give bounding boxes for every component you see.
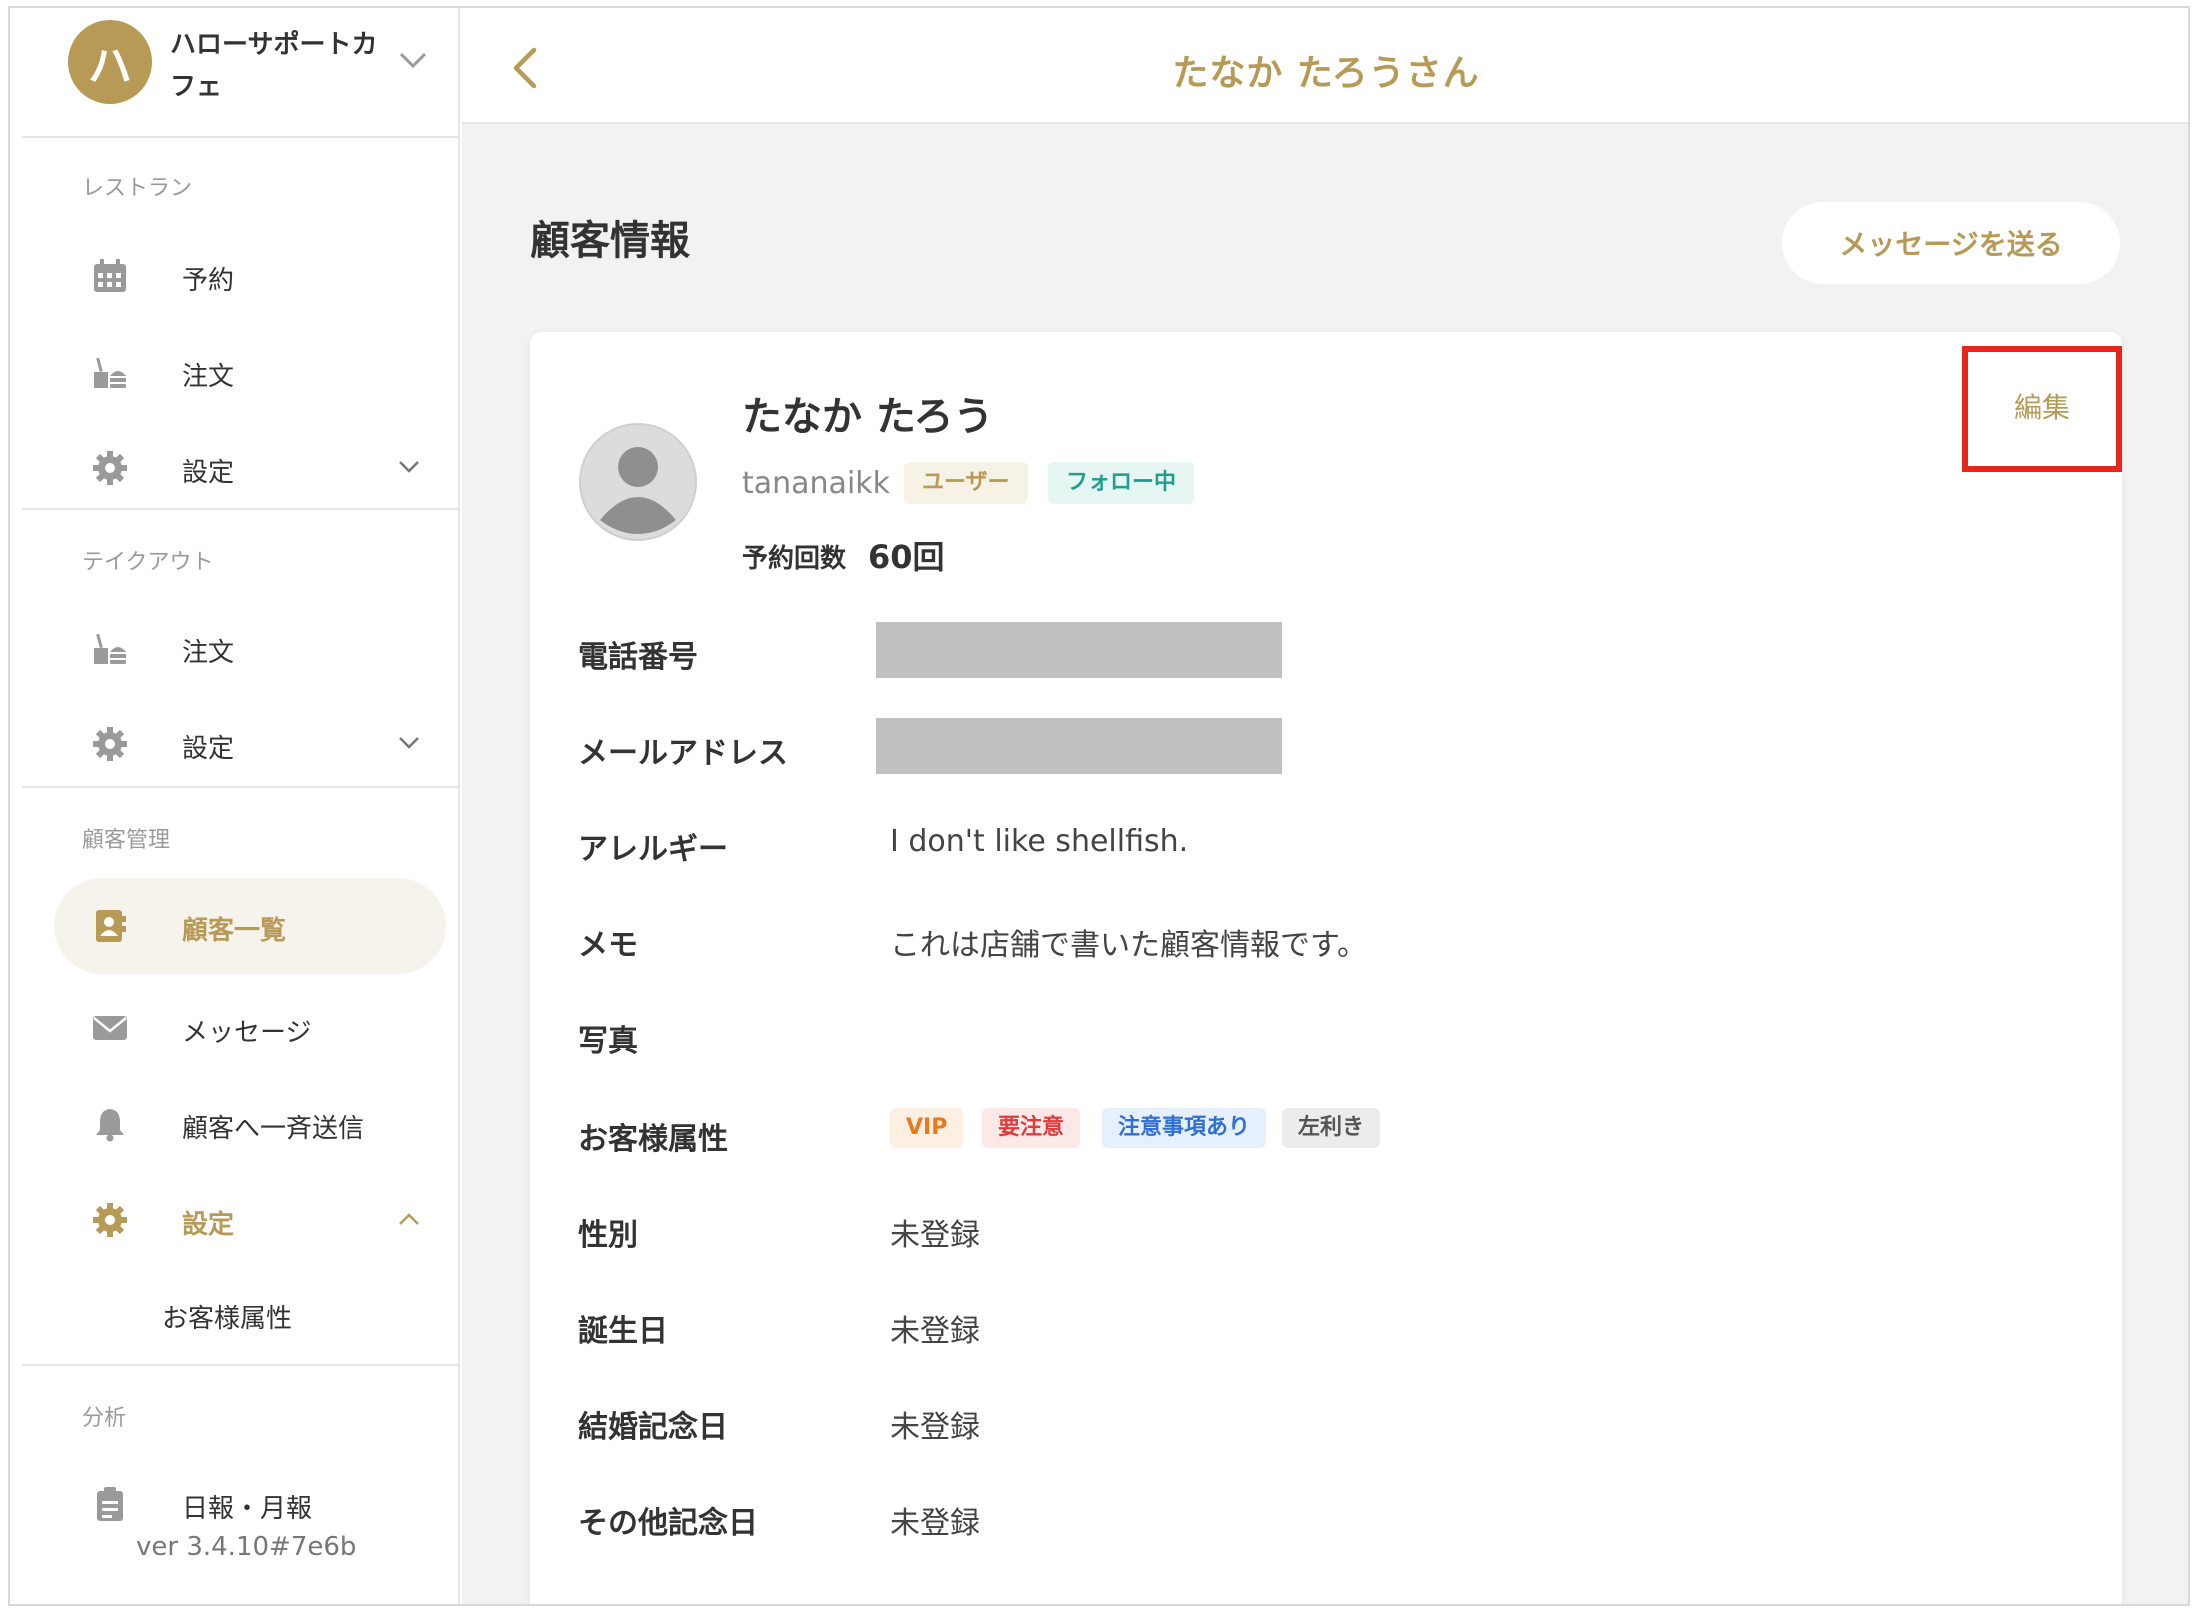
- reservation-count-label: 予約回数: [742, 544, 847, 574]
- page-title: たなか たろうさん: [1172, 53, 1480, 94]
- sidebar-divider: [22, 1364, 458, 1366]
- attribute-tag-vip: VIP: [890, 1108, 964, 1148]
- sidebar-item-takeout-settings[interactable]: 設定: [22, 708, 458, 778]
- field-label-email: メールアドレス: [578, 736, 788, 771]
- sidebar-item-reports[interactable]: 日報・月報: [22, 1468, 458, 1538]
- sidebar-item-label: 日報・月報: [182, 1494, 313, 1524]
- sidebar-item-customer-list[interactable]: 顧客一覧: [22, 878, 458, 974]
- field-label-memo: メモ: [578, 928, 638, 963]
- food-icon: [94, 357, 126, 388]
- calendar-icon: [94, 259, 126, 292]
- user-avatar-icon: [579, 423, 697, 541]
- sidebar-item-label: 顧客へ一斉送信: [182, 1114, 365, 1144]
- field-label-gender: 性別: [578, 1218, 638, 1253]
- phone-value-masked: [876, 622, 1282, 678]
- sidebar-item-restaurant-settings[interactable]: 設定: [22, 432, 458, 502]
- page-header: たなか たろうさん: [462, 8, 2188, 124]
- field-label-photo: 写真: [578, 1024, 638, 1059]
- section-label-analytics: 分析: [82, 1406, 127, 1431]
- sidebar-item-label: 顧客一覧: [182, 916, 287, 946]
- gear-icon: [93, 451, 127, 485]
- store-name: ハローサポートカフェ: [170, 30, 378, 102]
- section-label-customer-management: 顧客管理: [82, 828, 171, 853]
- contact-book-icon: [96, 910, 126, 942]
- field-value-other-anniversary: 未登録: [890, 1506, 980, 1541]
- main-content: たなか たろうさん 顧客情報 メッセージを送る たなか たろう tananaik…: [462, 8, 2188, 1604]
- sidebar: ハ ハローサポートカフェ レストラン 予約 注文 設定 テイクアウト 注文 設定…: [10, 8, 460, 1604]
- tag-user: ユーザー: [904, 462, 1028, 504]
- app-version: ver 3.4.10#7e6b: [136, 1532, 357, 1562]
- sidebar-item-label: 注文: [182, 638, 235, 668]
- attribute-tag-notes: 注意事項あり: [1102, 1108, 1267, 1148]
- sidebar-item-broadcast[interactable]: 顧客へ一斉送信: [22, 1088, 458, 1158]
- gear-icon: [93, 727, 127, 761]
- field-label-phone: 電話番号: [578, 640, 698, 675]
- bell-icon: [96, 1109, 124, 1142]
- customer-card: たなか たろう tananaikk ユーザー フォロー中 予約回数 60回 編集…: [530, 332, 2122, 1604]
- store-switcher[interactable]: ハ ハローサポートカフェ: [22, 8, 458, 138]
- customer-name: たなか たろう: [742, 394, 994, 440]
- sidebar-divider: [22, 508, 458, 510]
- envelope-icon: [93, 1016, 127, 1040]
- chevron-down-icon: [399, 737, 419, 749]
- section-label-takeout: テイクアウト: [82, 550, 214, 575]
- sidebar-item-label: 予約: [182, 266, 235, 296]
- gear-icon: [93, 1203, 127, 1237]
- store-avatar: ハ: [68, 20, 152, 104]
- send-message-button[interactable]: メッセージを送る: [1782, 202, 2120, 284]
- edit-highlight-box: [1962, 346, 2122, 472]
- sidebar-item-reservations[interactable]: 予約: [22, 240, 458, 310]
- section-title: 顧客情報: [530, 218, 690, 264]
- chevron-up-icon: [399, 1213, 419, 1225]
- sidebar-item-customer-settings[interactable]: 設定: [22, 1184, 458, 1254]
- sidebar-item-label: 注文: [182, 362, 235, 392]
- chevron-down-icon[interactable]: [398, 50, 428, 70]
- tag-following: フォロー中: [1048, 462, 1195, 504]
- food-icon: [94, 633, 126, 664]
- field-value-memo: これは店舗で書いた顧客情報です。: [890, 928, 1367, 963]
- field-label-attributes: お客様属性: [578, 1122, 728, 1157]
- field-value-birthday: 未登録: [890, 1314, 980, 1349]
- sidebar-divider: [22, 786, 458, 788]
- sidebar-subitem-customer-attributes[interactable]: お客様属性: [162, 1298, 292, 1335]
- email-value-masked: [876, 718, 1282, 774]
- field-value-allergy: I don't like shellfish.: [890, 824, 1189, 859]
- field-label-other-anniversary: その他記念日: [578, 1506, 758, 1541]
- field-value-wedding-anniversary: 未登録: [890, 1410, 980, 1445]
- app-frame: ハ ハローサポートカフェ レストラン 予約 注文 設定 テイクアウト 注文 設定…: [8, 6, 2190, 1606]
- sidebar-item-label: 設定: [182, 1210, 235, 1240]
- chevron-down-icon: [399, 461, 419, 473]
- attribute-tag-caution: 要注意: [982, 1108, 1081, 1148]
- field-label-allergy: アレルギー: [578, 832, 728, 867]
- customer-username: tananaikk: [742, 466, 891, 501]
- sidebar-item-label: 設定: [182, 734, 235, 764]
- reservation-count-value: 60回: [868, 538, 945, 576]
- clipboard-icon: [97, 1487, 123, 1521]
- sidebar-item-label: メッセージ: [182, 1018, 312, 1048]
- field-label-birthday: 誕生日: [578, 1314, 668, 1349]
- sidebar-item-takeout-orders[interactable]: 注文: [22, 612, 458, 682]
- section-label-restaurant: レストラン: [82, 176, 193, 201]
- sidebar-item-restaurant-orders[interactable]: 注文: [22, 336, 458, 406]
- attribute-tag-left-handed: 左利き: [1282, 1108, 1381, 1148]
- sidebar-item-messages[interactable]: メッセージ: [22, 992, 458, 1062]
- field-value-gender: 未登録: [890, 1218, 980, 1253]
- field-label-wedding-anniversary: 結婚記念日: [578, 1410, 728, 1445]
- sidebar-item-label: 設定: [182, 458, 235, 488]
